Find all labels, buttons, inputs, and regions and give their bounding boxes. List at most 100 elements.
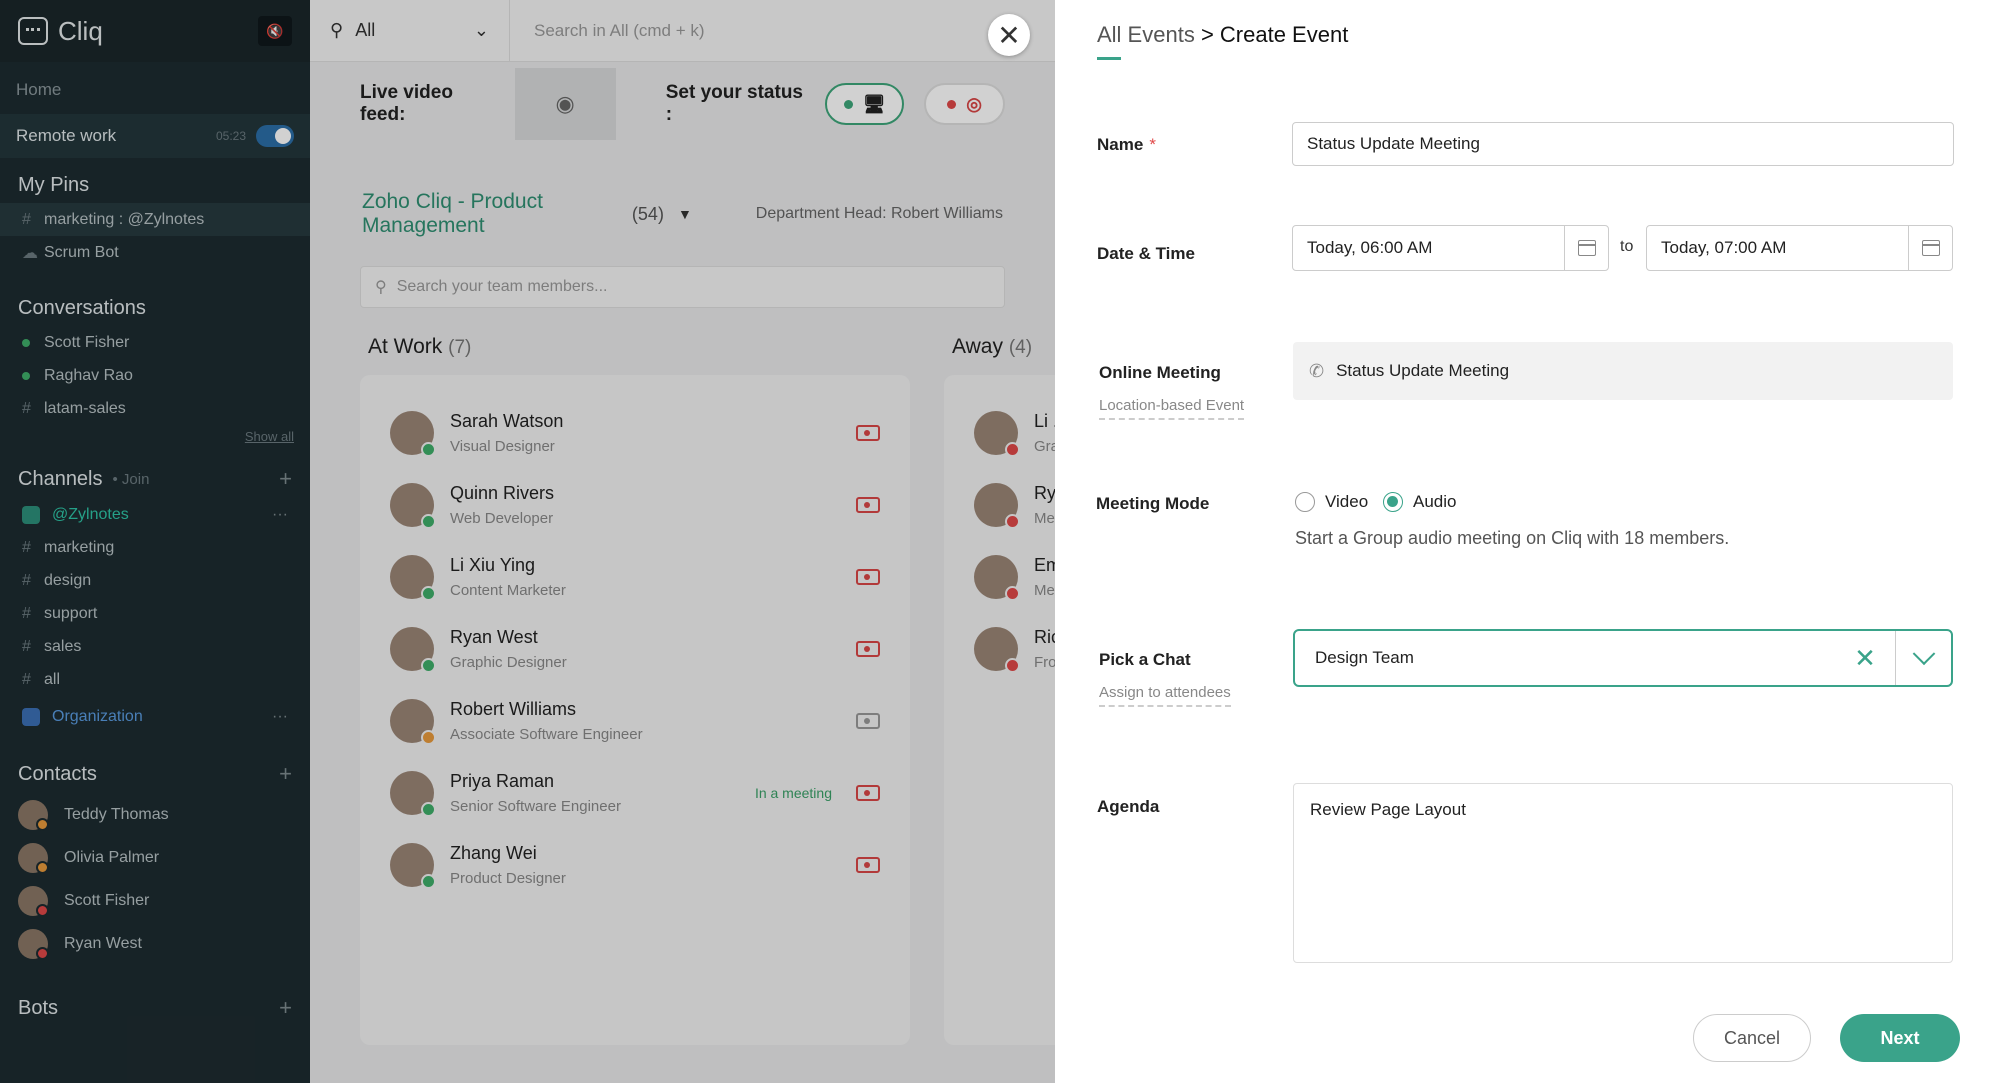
breadcrumb-underline (1097, 57, 1121, 60)
organization-item[interactable]: Organization ··· (0, 700, 310, 733)
member-row[interactable]: Robert Williams Associate Software Engine… (390, 685, 880, 757)
contact-item[interactable]: Ryan West (0, 922, 310, 965)
channel-item[interactable]: # design (0, 564, 310, 597)
contact-item[interactable]: Teddy Thomas (0, 793, 310, 836)
contact-name: Olivia Palmer (64, 848, 160, 866)
live-video-camera-icon[interactable]: ◉ (514, 68, 616, 140)
conversation-item[interactable]: Scott Fisher (0, 326, 310, 359)
status-available-button[interactable]: 🖥 (825, 83, 905, 125)
add-contact-icon[interactable]: + (279, 761, 292, 787)
start-calendar-button[interactable] (1564, 226, 1608, 270)
add-bot-icon[interactable]: + (279, 995, 292, 1021)
global-search-input[interactable]: Search in All (cmd + k) (510, 21, 705, 41)
radio-button-icon (1295, 492, 1315, 512)
member-row[interactable]: Priya Raman Senior Software Engineer In a … (390, 757, 880, 829)
remote-work-item[interactable]: Remote work 05:23 (0, 114, 310, 158)
member-row[interactable]: Zhang Wei Product Designer (390, 829, 880, 901)
member-row[interactable]: Li . Gra (974, 397, 1055, 469)
mute-icon[interactable]: 🔇 (258, 16, 292, 46)
avatar (18, 885, 49, 917)
mode-audio-radio[interactable]: Audio (1383, 492, 1456, 512)
status-busy-button[interactable]: ◎ (924, 83, 1005, 125)
channel-team-item[interactable]: @Zylnotes ··· (0, 498, 310, 531)
clear-icon[interactable]: ✕ (1835, 643, 1895, 674)
avatar (974, 411, 1020, 457)
end-calendar-button[interactable] (1908, 226, 1952, 270)
online-status-icon (22, 371, 30, 380)
video-camera-icon[interactable] (856, 713, 880, 729)
at-work-card: Sarah Watson Visual Designer Quinn Rivers… (360, 375, 910, 1045)
member-role: Me (1034, 582, 1055, 599)
chat-dropdown-button[interactable] (1895, 631, 1951, 685)
remote-work-toggle[interactable] (256, 125, 294, 147)
team-name[interactable]: Zoho Cliq - Product Management (362, 190, 618, 238)
video-camera-icon[interactable] (856, 425, 880, 441)
team-search-input[interactable]: ⚲ Search your team members... (360, 266, 1005, 308)
app-logo[interactable]: Cliq (18, 16, 103, 47)
add-channel-icon[interactable]: + (279, 466, 292, 492)
pin-label: Scrum Bot (44, 243, 119, 261)
video-camera-icon[interactable] (856, 497, 880, 513)
video-camera-icon[interactable] (856, 857, 880, 873)
member-row[interactable]: Ryan West Graphic Designer (390, 613, 880, 685)
contact-item[interactable]: Olivia Palmer (0, 836, 310, 879)
pin-item-scrum-bot[interactable]: ☁ Scrum Bot (0, 236, 310, 269)
department-head: Department Head: Robert Williams (755, 205, 1003, 222)
set-status-label: Set your status : (665, 82, 803, 125)
member-row[interactable]: Li Xiu Ying Content Marketer (390, 541, 880, 613)
show-all-link[interactable]: Show all (0, 425, 310, 450)
member-name: Ryan West (450, 627, 538, 647)
cancel-button[interactable]: Cancel (1693, 1014, 1811, 1062)
radio-button-selected-icon (1383, 492, 1403, 512)
pins-section-title: My Pins (18, 174, 90, 196)
member-row[interactable]: Sarah Watson Visual Designer (390, 397, 880, 469)
next-button[interactable]: Next (1840, 1014, 1960, 1062)
avatar (390, 843, 436, 889)
channel-item[interactable]: # marketing (0, 531, 310, 564)
more-options-icon[interactable]: ··· (272, 506, 288, 524)
contact-name: Ryan West (64, 934, 142, 952)
contact-item[interactable]: Scott Fisher (0, 879, 310, 922)
end-datetime-input[interactable]: Today, 07:00 AM (1646, 225, 1953, 271)
start-datetime-input[interactable]: Today, 06:00 AM (1292, 225, 1609, 271)
member-row[interactable]: Quinn Rivers Web Developer (390, 469, 880, 541)
conversation-item[interactable]: # latam-sales (0, 392, 310, 425)
busy-dot-icon (947, 99, 957, 109)
hash-icon: # (22, 604, 31, 622)
start-datetime-value: Today, 06:00 AM (1307, 238, 1433, 257)
organization-icon (22, 707, 40, 726)
video-camera-icon[interactable] (856, 641, 880, 657)
pin-item-marketing[interactable]: # marketing : @Zylnotes (0, 203, 310, 236)
member-row[interactable]: Ric Fro (974, 613, 1055, 685)
pick-chat-select[interactable]: Design Team ✕ (1293, 629, 1953, 687)
breadcrumb-all-events[interactable]: All Events (1097, 22, 1195, 47)
close-icon: ✕ (997, 19, 1021, 51)
more-options-icon[interactable]: ··· (272, 708, 288, 726)
conversation-label: Raghav Rao (44, 366, 133, 384)
to-label: to (1620, 238, 1634, 255)
assign-to-attendees-link[interactable]: Assign to attendees (1099, 684, 1231, 707)
mode-video-radio[interactable]: Video (1295, 492, 1368, 512)
agenda-textarea[interactable]: Review Page Layout (1293, 783, 1953, 963)
member-row[interactable]: Ry Me (974, 469, 1055, 541)
hash-icon: # (22, 571, 31, 589)
channel-item[interactable]: # support (0, 597, 310, 630)
channels-section-title: Channels • Join + (18, 466, 292, 492)
conversation-item[interactable]: Raghav Rao (0, 359, 310, 392)
member-name: Zhang Wei (450, 843, 537, 863)
channel-item[interactable]: # sales (0, 630, 310, 663)
member-row[interactable]: Em Me (974, 541, 1055, 613)
channel-item[interactable]: # all (0, 663, 310, 696)
member-name: Quinn Rivers (450, 483, 555, 503)
event-name-input[interactable]: Status Update Meeting (1292, 122, 1954, 166)
join-link[interactable]: • Join (113, 471, 150, 488)
chevron-down-icon[interactable]: ▼ (678, 206, 692, 222)
location-based-event-link[interactable]: Location-based Event (1099, 397, 1245, 420)
sidebar-home[interactable]: Home (0, 62, 310, 110)
video-camera-icon[interactable] (856, 569, 880, 585)
monitor-icon: 🖥 (862, 93, 886, 114)
search-scope-select[interactable]: ⚲ All ⌄ (310, 0, 510, 62)
video-camera-icon[interactable] (856, 785, 880, 801)
close-panel-button[interactable]: ✕ (988, 14, 1030, 56)
member-name: Ric (1034, 627, 1055, 647)
